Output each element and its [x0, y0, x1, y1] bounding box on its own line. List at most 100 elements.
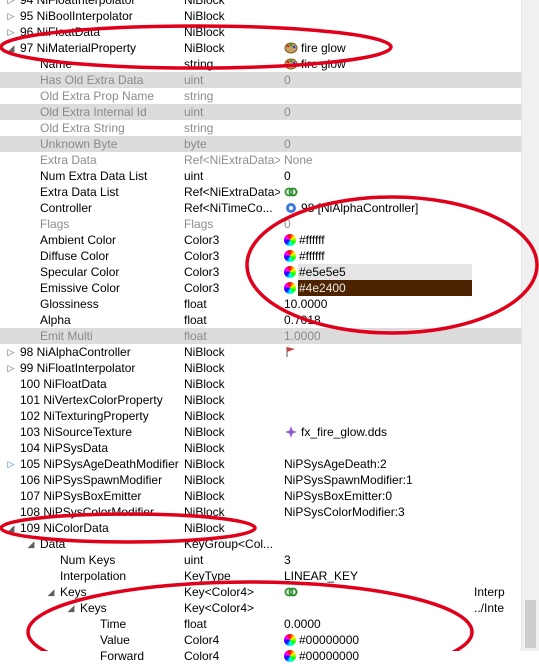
- row-value[interactable]: fire glow: [284, 56, 484, 72]
- tree-row[interactable]: ▷ 99 NiFloatInterpolator NiBlock: [0, 360, 522, 376]
- tree-row[interactable]: 102 NiTexturingProperty NiBlock: [0, 408, 522, 424]
- tree-row[interactable]: 103 NiSourceTexture NiBlock fx_fire_glow.d…: [0, 424, 522, 440]
- expand-arrow-icon[interactable]: ▷: [6, 8, 16, 24]
- row-value[interactable]: 0: [284, 168, 484, 184]
- row-value-text: #ffffff: [299, 233, 325, 247]
- tree-row[interactable]: ◢ 97 NiMaterialProperty NiBlock fire glow: [0, 40, 522, 56]
- tree-row[interactable]: Controller Ref<NiTimeCo... 98 [NiAlphaCont…: [0, 200, 522, 216]
- row-value[interactable]: #ffffff: [284, 248, 484, 264]
- tree-row[interactable]: 104 NiPSysData NiBlock: [0, 440, 522, 456]
- expand-arrow-icon[interactable]: ▷: [6, 344, 16, 360]
- tree-row[interactable]: Glossiness float 10.0000: [0, 296, 522, 312]
- tree-row[interactable]: Extra Data Ref<NiExtraData> None: [0, 152, 522, 168]
- row-value[interactable]: NiPSysSpawnModifier:1: [284, 472, 484, 488]
- row-value[interactable]: fx_fire_glow.dds: [284, 424, 484, 440]
- row-value[interactable]: [284, 344, 484, 360]
- tree-row[interactable]: ▷ 98 NiAlphaController NiBlock: [0, 344, 522, 360]
- expand-arrow-icon[interactable]: ▷: [6, 456, 16, 472]
- tree-row[interactable]: Alpha float 0.7018: [0, 312, 522, 328]
- row-value[interactable]: None: [284, 152, 484, 168]
- row-value[interactable]: 0: [284, 136, 484, 152]
- tree-row[interactable]: Ambient Color Color3 #ffffff: [0, 232, 522, 248]
- row-value[interactable]: 98 [NiAlphaController]: [284, 200, 484, 216]
- tree-row[interactable]: ◢ Data KeyGroup<Col...: [0, 536, 522, 552]
- row-type: NiBlock: [184, 441, 225, 455]
- tree-row[interactable]: Old Extra Internal Id uint 0: [0, 104, 522, 120]
- tree-row[interactable]: Diffuse Color Color3 #ffffff: [0, 248, 522, 264]
- collapse-arrow-icon[interactable]: ◢: [6, 40, 16, 56]
- tree-row[interactable]: Has Old Extra Data uint 0: [0, 72, 522, 88]
- collapse-arrow-icon[interactable]: ◢: [26, 536, 36, 552]
- scrollbar-thumb[interactable]: [525, 600, 536, 648]
- expand-arrow-icon[interactable]: ▷: [6, 0, 16, 8]
- row-value[interactable]: 1.0000: [284, 328, 484, 344]
- tree-row[interactable]: Num Extra Data List uint 0: [0, 168, 522, 184]
- tree-row[interactable]: Specular Color Color3 #e5e5e5: [0, 264, 522, 280]
- row-value[interactable]: 0: [284, 72, 484, 88]
- expand-arrow-icon[interactable]: ▷: [6, 360, 16, 376]
- row-value[interactable]: [284, 184, 484, 200]
- row-name: Emissive Color: [40, 281, 121, 295]
- row-type: byte: [184, 137, 207, 151]
- row-type: NiBlock: [184, 361, 225, 375]
- tree-row[interactable]: 100 NiFloatData NiBlock: [0, 376, 522, 392]
- tree-row[interactable]: Old Extra String string: [0, 120, 522, 136]
- row-value[interactable]: LINEAR_KEY: [284, 568, 484, 584]
- collapse-arrow-icon[interactable]: ◢: [6, 520, 16, 536]
- tree-row[interactable]: 108 NiPSysColorModifier NiBlock NiPSysColo…: [0, 504, 522, 520]
- tree-row[interactable]: Interpolation KeyType LINEAR_KEY: [0, 568, 522, 584]
- row-value-text: 3: [284, 553, 291, 567]
- tree-row[interactable]: Extra Data List Ref<NiExtraData>: [0, 184, 522, 200]
- tree-row[interactable]: ▷ 96 NiFloatData NiBlock: [0, 24, 522, 40]
- row-value[interactable]: NiPSysBoxEmitter:0: [284, 488, 484, 504]
- tree-row[interactable]: ▷ 105 NiPSysAgeDeathModifier NiBlock NiPSys…: [0, 456, 522, 472]
- vertical-scrollbar[interactable]: [521, 0, 539, 651]
- tree-row[interactable]: Value Color4 #00000000: [0, 632, 522, 648]
- tree-row[interactable]: ◢ 109 NiColorData NiBlock: [0, 520, 522, 536]
- tree-row[interactable]: Unknown Byte byte 0: [0, 136, 522, 152]
- expand-arrow-icon[interactable]: ▷: [6, 24, 16, 40]
- collapse-arrow-icon[interactable]: ◢: [46, 584, 56, 600]
- tree-row[interactable]: Flags Flags 0: [0, 216, 522, 232]
- tree-row[interactable]: 107 NiPSysBoxEmitter NiBlock NiPSysBoxEmit…: [0, 488, 522, 504]
- row-value[interactable]: 3: [284, 552, 484, 568]
- tree-row[interactable]: Old Extra Prop Name string: [0, 88, 522, 104]
- tree-row[interactable]: Forward Color4 #00000000: [0, 648, 522, 664]
- row-value[interactable]: 0: [284, 216, 484, 232]
- tree-row[interactable]: Num Keys uint 3: [0, 552, 522, 568]
- tree-row[interactable]: Emit Multi float 1.0000: [0, 328, 522, 344]
- tree-row[interactable]: 101 NiVertexColorProperty NiBlock: [0, 392, 522, 408]
- tree-row[interactable]: ◢ Keys Key<Color4> Interp: [0, 584, 522, 600]
- row-value[interactable]: #ffffff: [284, 232, 484, 248]
- row-type: Color4: [184, 649, 220, 663]
- row-value[interactable]: 0.7018: [284, 312, 484, 328]
- row-value-text: 0: [284, 105, 291, 119]
- row-name: 94 NiFloatInterpolator: [20, 0, 136, 7]
- tree-row[interactable]: Emissive Color Color3 #4e2400: [0, 280, 522, 296]
- tree-row[interactable]: Time float 0.0000: [0, 616, 522, 632]
- row-value[interactable]: #4e2400: [284, 280, 484, 296]
- row-value[interactable]: 10.0000: [284, 296, 484, 312]
- row-value[interactable]: 0.0000: [284, 616, 484, 632]
- collapse-arrow-icon[interactable]: ◢: [66, 600, 76, 616]
- row-value[interactable]: #00000000: [284, 648, 484, 664]
- row-type: NiBlock: [184, 457, 225, 471]
- row-value[interactable]: NiPSysColorModifier:3: [284, 504, 484, 520]
- row-value-text: #00000000: [299, 633, 360, 647]
- tree-row[interactable]: ▷ 94 NiFloatInterpolator NiBlock: [0, 0, 522, 8]
- tree-row[interactable]: ▷ 95 NiBoolInterpolator NiBlock: [0, 8, 522, 24]
- row-extra: ../Inte: [474, 601, 505, 615]
- row-name: Alpha: [40, 313, 71, 327]
- paint-palette-icon: [284, 41, 301, 55]
- tree-row[interactable]: ◢ Keys Key<Color4> ../Inte: [0, 600, 522, 616]
- row-value[interactable]: #e5e5e5: [284, 264, 484, 280]
- row-value[interactable]: NiPSysAgeDeath:2: [284, 456, 484, 472]
- row-type: float: [184, 329, 207, 343]
- row-value[interactable]: 0: [284, 104, 484, 120]
- tree-row[interactable]: 106 NiPSysSpawnModifier NiBlock NiPSysSpaw…: [0, 472, 522, 488]
- row-type: Ref<NiExtraData>: [184, 185, 280, 199]
- row-value[interactable]: fire glow: [284, 40, 484, 56]
- row-value[interactable]: [284, 584, 484, 600]
- tree-row[interactable]: Name string fire glow: [0, 56, 522, 72]
- row-value[interactable]: #00000000: [284, 632, 484, 648]
